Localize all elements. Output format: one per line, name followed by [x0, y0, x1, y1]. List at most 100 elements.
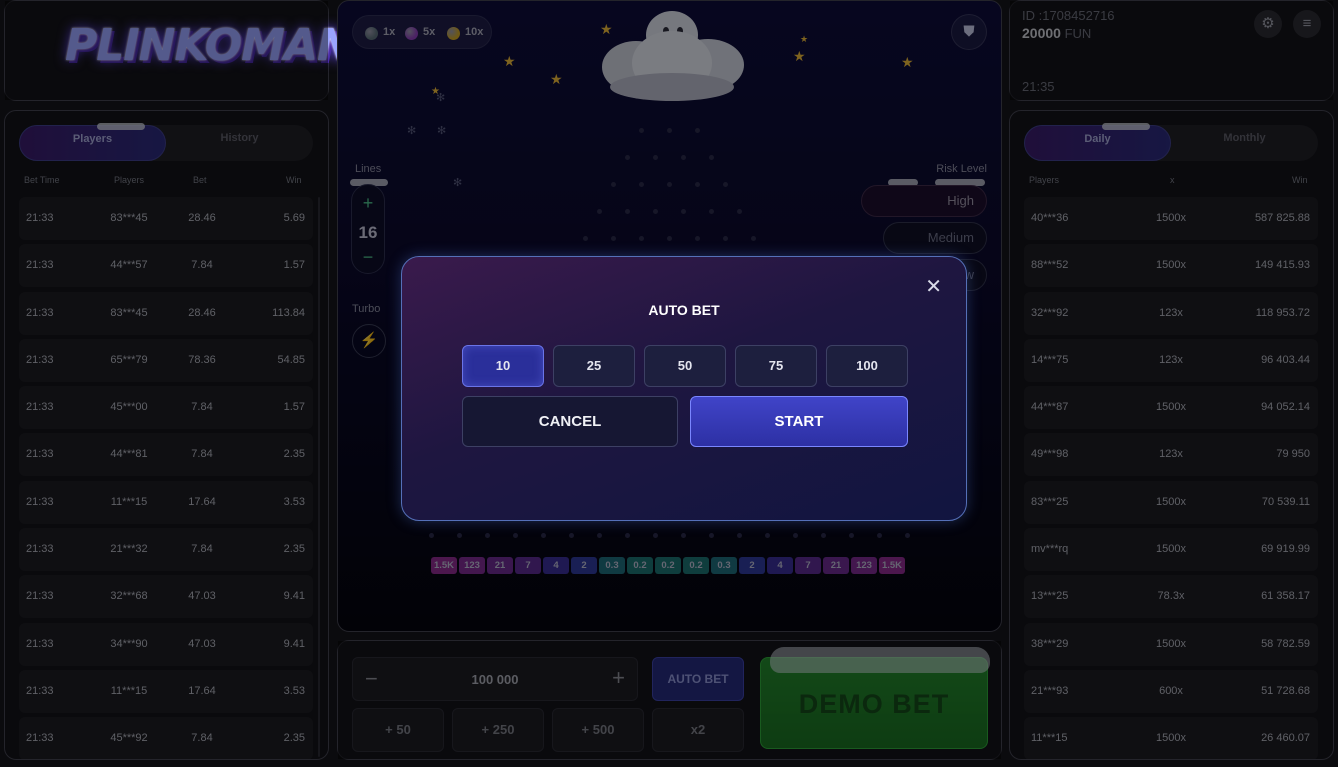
- menu-button[interactable]: ≡: [1293, 10, 1321, 38]
- increase-amount-button[interactable]: +: [612, 665, 625, 691]
- players-list: 21:33 83***45 28.46 5.69 21:33 44***57 7.84 1.5…: [19, 197, 313, 759]
- cell-win: 1.57: [283, 401, 305, 414]
- cell-bet: 47.03: [188, 590, 216, 603]
- cell-bet-time: 21:33: [26, 590, 54, 603]
- cell-multiplier: 1500x: [1156, 495, 1186, 508]
- table-row: 83***25 1500x 70 539.11: [1024, 480, 1318, 524]
- risk-high-button[interactable]: High: [861, 185, 987, 217]
- ball-label: 1x: [383, 26, 396, 38]
- cell-bet: 7.84: [191, 259, 213, 272]
- auto-bet-option-10[interactable]: 10: [462, 345, 544, 387]
- multiplier-slot: 123: [851, 557, 877, 574]
- tab-monthly[interactable]: Monthly: [1171, 125, 1318, 161]
- multiplier-slot: 2: [571, 557, 597, 574]
- cell-multiplier: 600x: [1159, 684, 1183, 697]
- cell-win: 2.35: [283, 543, 305, 556]
- gold-ball-icon: [447, 27, 460, 40]
- auto-bet-option-100[interactable]: 100: [826, 345, 908, 387]
- cell-player: 65***79: [110, 353, 148, 366]
- cell-player: 83***45: [110, 306, 148, 319]
- peg: [485, 533, 490, 538]
- cancel-button[interactable]: CANCEL: [462, 396, 678, 447]
- table-row: 13***25 78.3x 61 358.17: [1024, 575, 1318, 619]
- close-button[interactable]: ✕: [925, 277, 942, 297]
- cell-bet: 7.84: [191, 732, 213, 745]
- cell-multiplier: 1500x: [1156, 212, 1186, 224]
- table-row: 21:33 34***90 47.03 9.41: [19, 622, 313, 666]
- cell-win: 118 953.72: [1255, 306, 1310, 319]
- cell-win: 26 460.07: [1261, 732, 1310, 745]
- double-bet-button[interactable]: x2: [652, 708, 744, 752]
- cell-player: 38***29: [1031, 637, 1069, 650]
- snowflake-icon: ✻: [407, 125, 417, 137]
- peg: [541, 533, 546, 538]
- turbo-label: Turbo: [352, 303, 381, 315]
- snow-decoration: [1102, 123, 1150, 130]
- cell-player: 11***15: [110, 495, 148, 508]
- close-icon: ✕: [925, 276, 942, 298]
- cell-multiplier: 1500x: [1156, 259, 1186, 272]
- tab-history[interactable]: History: [166, 125, 313, 161]
- quick-bet-250-button[interactable]: + 250: [452, 708, 544, 752]
- decrease-lines-button[interactable]: −: [352, 247, 384, 268]
- quick-bet-50-button[interactable]: + 50: [352, 708, 444, 752]
- peg: [905, 533, 910, 538]
- cell-win: 70 539.11: [1261, 495, 1310, 508]
- snow-decoration: [770, 647, 990, 673]
- risk-level-label: Risk Level: [936, 163, 987, 175]
- provably-fair-button[interactable]: ⛊: [951, 14, 987, 50]
- cell-win: 9.41: [283, 590, 305, 603]
- cloud-mascot-icon: [602, 11, 744, 101]
- cell-win: 54.85: [277, 353, 305, 366]
- cell-player: 44***81: [110, 448, 148, 461]
- increase-lines-button[interactable]: +: [352, 193, 384, 213]
- tab-players[interactable]: Players: [19, 125, 166, 161]
- cell-bet-time: 21:33: [26, 732, 54, 745]
- peg: [569, 533, 574, 538]
- auto-bet-option-50[interactable]: 50: [644, 345, 726, 387]
- peg: [737, 209, 742, 214]
- turbo-toggle[interactable]: ⚡: [352, 324, 386, 358]
- start-button[interactable]: START: [690, 396, 908, 447]
- peg: [611, 182, 616, 187]
- balance: 20000 FUN: [1022, 25, 1091, 41]
- table-row: 21:33 11***15 17.64 3.53: [19, 669, 313, 713]
- cell-player: 14***75: [1031, 353, 1069, 366]
- settings-button[interactable]: ⚙: [1254, 10, 1282, 38]
- peg: [695, 182, 700, 187]
- peg: [695, 128, 700, 133]
- cell-multiplier: 123x: [1159, 448, 1183, 461]
- auto-bet-option-25[interactable]: 25: [553, 345, 635, 387]
- auto-bet-button[interactable]: AUTO BET: [652, 657, 744, 701]
- multiplier-slot: 21: [487, 557, 513, 574]
- cell-bet: 7.84: [191, 448, 213, 461]
- cell-win: 94 052.14: [1261, 401, 1310, 414]
- star-icon: ★: [800, 34, 809, 44]
- peg: [709, 533, 714, 538]
- auto-bet-option-75[interactable]: 75: [735, 345, 817, 387]
- peg: [877, 533, 882, 538]
- menu-icon: ≡: [1302, 15, 1312, 32]
- bet-amount-input[interactable]: − 100 000 +: [352, 657, 638, 701]
- peg: [611, 236, 616, 241]
- quick-bet-500-button[interactable]: + 500: [552, 708, 644, 752]
- lines-stepper[interactable]: + 16 −: [351, 184, 385, 274]
- leaderboard-panel: Daily Monthly Players x Win 40***36 1500x…: [1009, 110, 1334, 760]
- cell-player: 83***45: [110, 212, 148, 224]
- snowflake-icon: ✻: [437, 125, 447, 137]
- cell-win: 2.35: [283, 448, 305, 461]
- cell-player: 40***36: [1031, 212, 1069, 224]
- table-row: 40***36 1500x 587 825.88: [1024, 197, 1318, 240]
- scrollbar[interactable]: [318, 197, 320, 757]
- peg: [513, 533, 518, 538]
- risk-medium-button[interactable]: Medium: [883, 222, 987, 254]
- peg: [681, 533, 686, 538]
- tab-daily[interactable]: Daily: [1024, 125, 1171, 161]
- peg: [723, 182, 728, 187]
- table-row: 21:33 11***15 17.64 3.53: [19, 480, 313, 524]
- ball-label: 10x: [465, 26, 484, 38]
- cell-bet-time: 21:33: [26, 543, 54, 556]
- table-row: 21:33 45***92 7.84 2.35: [19, 717, 313, 759]
- players-panel: Players History Bet Time Players Bet Win…: [4, 110, 329, 760]
- table-row: 14***75 123x 96 403.44: [1024, 338, 1318, 382]
